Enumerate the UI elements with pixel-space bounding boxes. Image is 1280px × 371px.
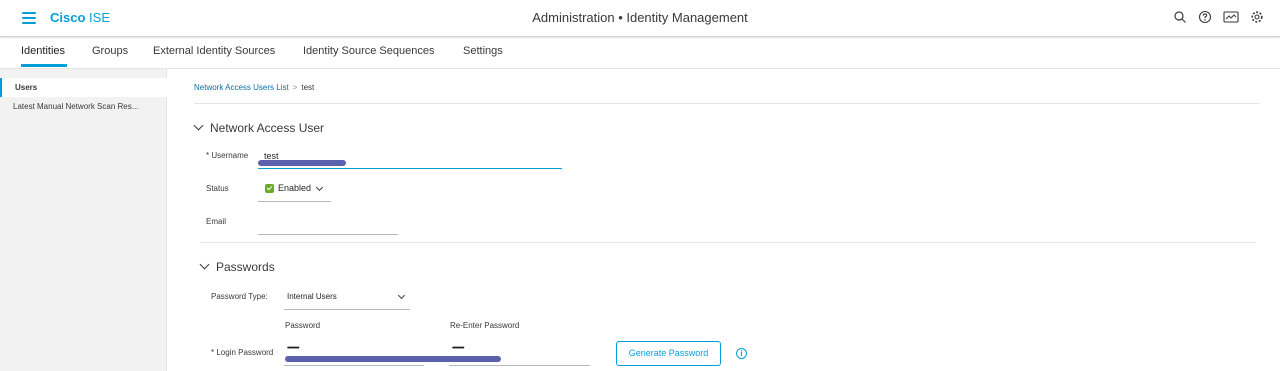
status-chevron-down-icon[interactable] (315, 183, 324, 192)
redaction-mark (258, 160, 346, 166)
redaction-mark (285, 356, 501, 362)
status-underline (258, 201, 331, 202)
password-type-label: Password Type: (211, 292, 268, 301)
help-icon[interactable] (1198, 10, 1212, 24)
password-type-select[interactable]: Internal Users (287, 292, 337, 301)
settings-icon[interactable] (1250, 10, 1264, 24)
tab-identity-source-sequences[interactable]: Identity Source Sequences (303, 45, 434, 57)
login-password-label: * Login Password (211, 348, 274, 357)
section-passwords[interactable]: Passwords (199, 259, 275, 274)
reenter-password-input[interactable]: •••••••• (452, 345, 465, 352)
password-column-label: Password (285, 321, 321, 330)
breadcrumb: Network Access Users List > test (194, 83, 314, 92)
login-password-input[interactable]: •••••••• (287, 345, 300, 352)
password-type-underline (284, 309, 410, 310)
status-label: Status (206, 184, 229, 193)
breadcrumb-current: test (301, 83, 315, 92)
reenter-password-column-label: Re-Enter Password (450, 321, 520, 330)
info-icon[interactable]: i (736, 348, 747, 359)
divider (200, 242, 1256, 243)
tab-groups[interactable]: Groups (92, 45, 128, 57)
tab-external-identity-sources[interactable]: External Identity Sources (153, 45, 275, 57)
section-network-access-user[interactable]: Network Access User (193, 120, 325, 135)
login-password-underline (284, 365, 424, 366)
sidebar: Users Latest Manual Network Scan Res... (0, 69, 167, 371)
password-type-chevron-down-icon[interactable] (397, 291, 406, 300)
username-underline (258, 168, 562, 169)
section-title-text: Passwords (216, 260, 275, 274)
status-select[interactable]: Enabled (278, 183, 311, 193)
chevron-down-icon (193, 120, 204, 131)
search-icon[interactable] (1173, 10, 1187, 24)
reenter-password-underline (449, 365, 590, 366)
sidebar-item-network-scan[interactable]: Latest Manual Network Scan Res... (0, 97, 167, 116)
chevron-down-icon (199, 259, 210, 270)
dashboard-icon[interactable] (1223, 10, 1239, 24)
username-label: * Username (206, 151, 249, 160)
breadcrumb-link-users-list[interactable]: Network Access Users List (194, 83, 289, 92)
section-title-text: Network Access User (210, 121, 325, 135)
email-label: Email (206, 217, 227, 226)
top-header: Cisco ISE Administration • Identity Mana… (0, 0, 1280, 37)
active-tab-indicator (21, 64, 67, 67)
divider (194, 103, 1260, 104)
generate-password-button[interactable]: Generate Password (616, 341, 721, 366)
page-title: Administration • Identity Management (532, 10, 748, 25)
status-check-icon (265, 184, 274, 193)
sidebar-item-users[interactable]: Users (0, 78, 167, 97)
tab-settings[interactable]: Settings (463, 45, 503, 57)
tab-identities[interactable]: Identities (21, 45, 65, 57)
breadcrumb-separator-icon: > (292, 83, 298, 92)
tab-bar: Identities Groups External Identity Sour… (0, 38, 1280, 69)
email-underline (258, 234, 398, 235)
